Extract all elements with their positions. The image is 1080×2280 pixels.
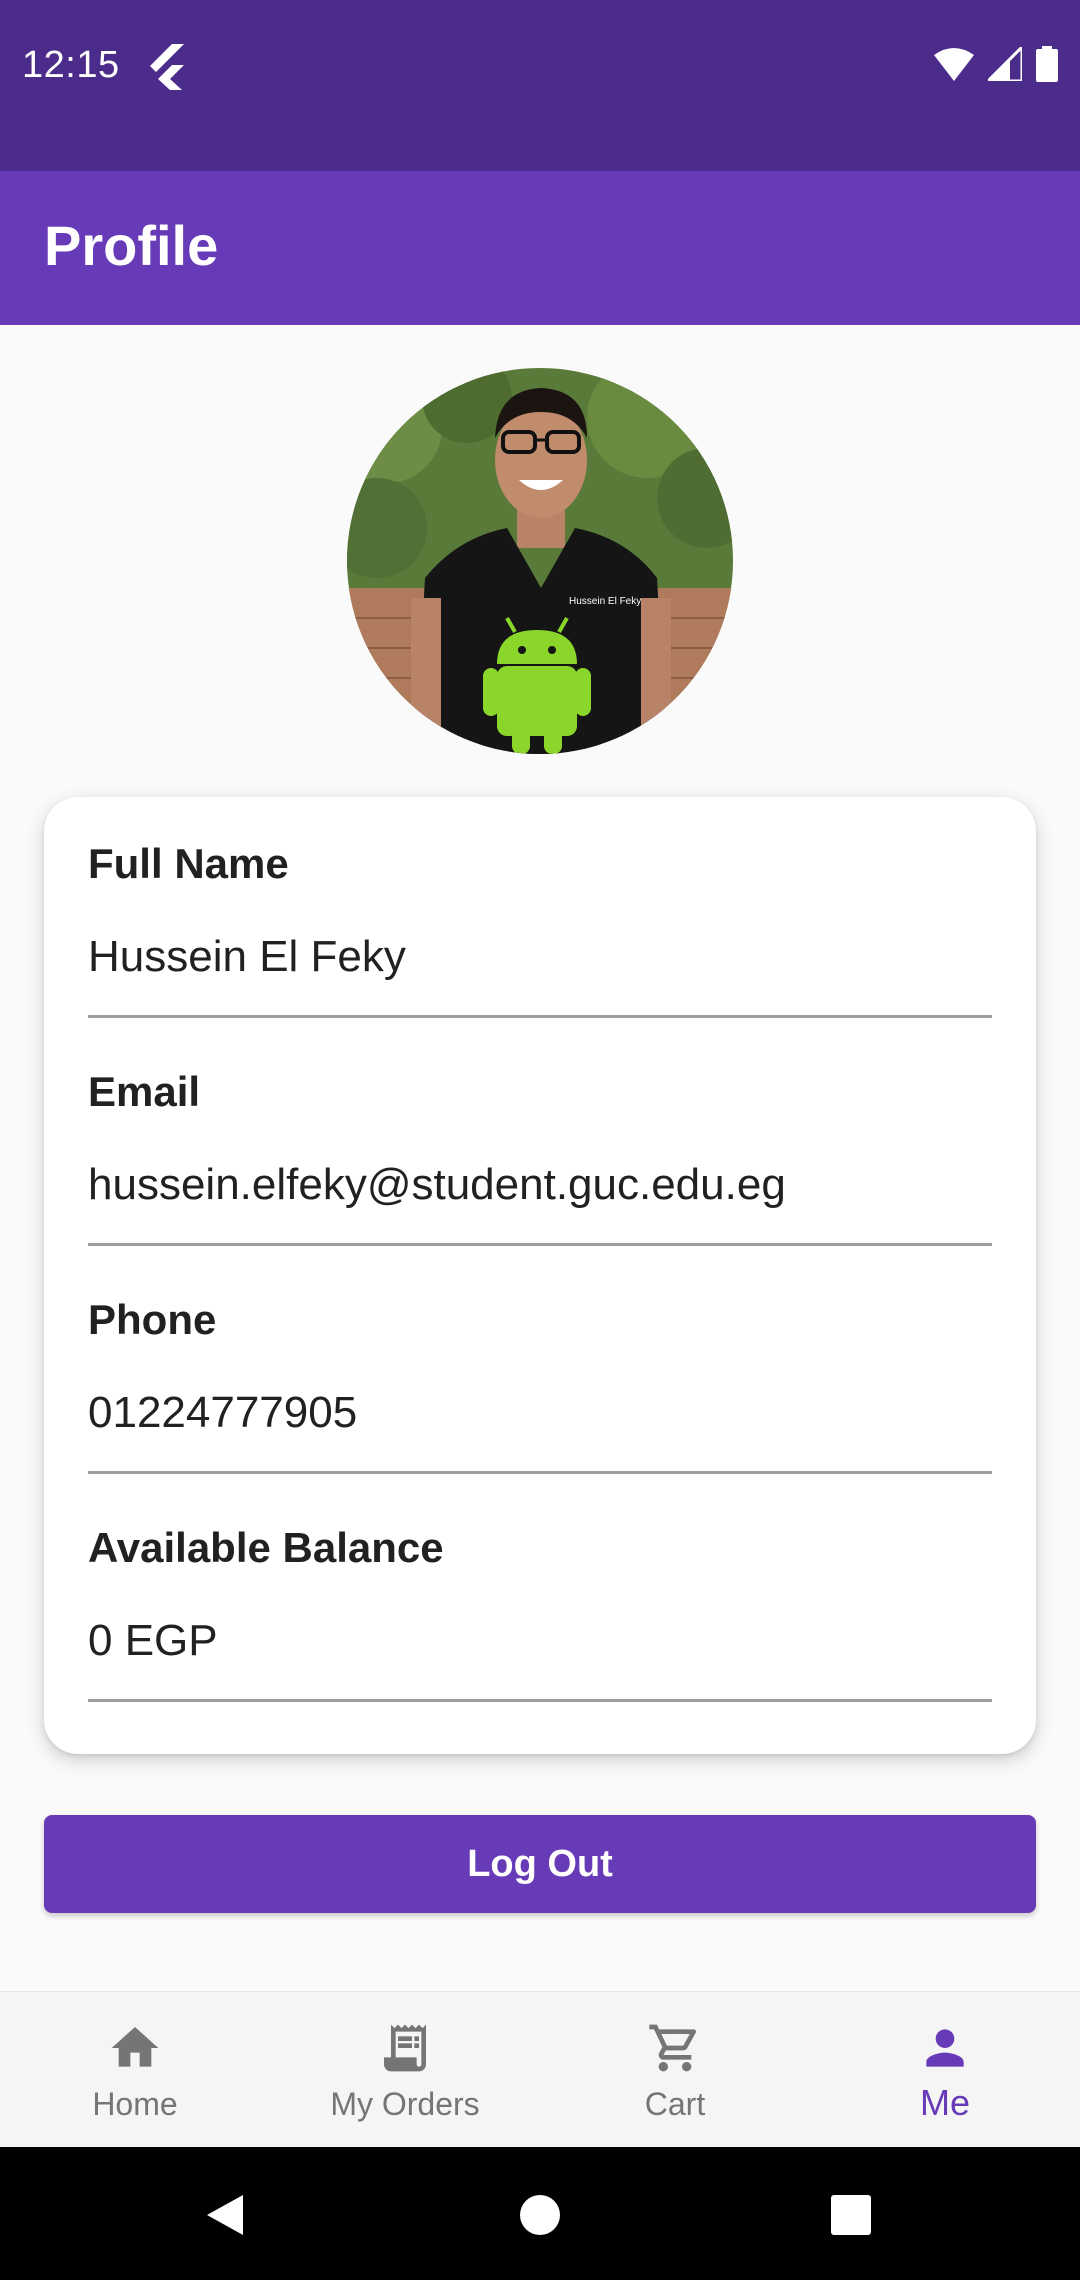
app-bar: Profile xyxy=(0,171,1080,325)
home-icon xyxy=(107,2020,163,2076)
battery-icon xyxy=(1036,46,1058,82)
status-time: 12:15 xyxy=(22,44,120,86)
page-title: Profile xyxy=(44,214,219,277)
system-nav-bar xyxy=(0,2147,1080,2280)
nav-item-home[interactable]: Home xyxy=(0,1992,270,2148)
signal-icon xyxy=(988,47,1022,81)
field-label: Full Name xyxy=(88,840,289,887)
nav-item-me[interactable]: Me xyxy=(810,1992,1080,2148)
nav-item-cart[interactable]: Cart xyxy=(540,1992,810,2148)
back-icon[interactable] xyxy=(203,2193,247,2242)
nav-label: Me xyxy=(919,2082,970,2123)
field-label: Available Balance xyxy=(88,1524,444,1571)
avatar: Hussein El Feky xyxy=(347,368,733,754)
shirt-text: Hussein El Feky xyxy=(569,596,641,607)
bottom-nav: Home My Orders Cart Me xyxy=(0,1991,1080,2147)
home-circle-icon[interactable] xyxy=(518,2193,562,2242)
nav-label: Cart xyxy=(644,2086,706,2122)
nav-label: Home xyxy=(92,2086,178,2122)
email-value: hussein.elfeky@student.guc.edu.eg xyxy=(88,1160,786,1209)
wifi-icon xyxy=(934,47,974,81)
phone-value: 01224777905 xyxy=(88,1388,358,1437)
balance-value: 0 EGP xyxy=(88,1616,218,1665)
field-label: Email xyxy=(88,1068,201,1115)
nav-item-my-orders[interactable]: My Orders xyxy=(270,1992,540,2148)
person-icon xyxy=(917,2020,973,2076)
status-bar: 12:15 xyxy=(0,0,1080,171)
nav-label: My Orders xyxy=(330,2086,480,2122)
cart-icon xyxy=(647,2020,703,2076)
divider xyxy=(88,1471,992,1474)
flutter-icon xyxy=(148,44,188,90)
field-label: Phone xyxy=(88,1296,217,1343)
recents-icon[interactable] xyxy=(829,2193,873,2242)
logout-button[interactable]: Log Out xyxy=(44,1815,1036,1913)
receipt-icon xyxy=(377,2020,433,2076)
profile-card: Full Name Hussein El Feky Email hussein.… xyxy=(44,797,1036,1754)
divider xyxy=(88,1243,992,1246)
full-name-value: Hussein El Feky xyxy=(88,932,406,981)
divider xyxy=(88,1015,992,1018)
divider xyxy=(88,1699,992,1702)
